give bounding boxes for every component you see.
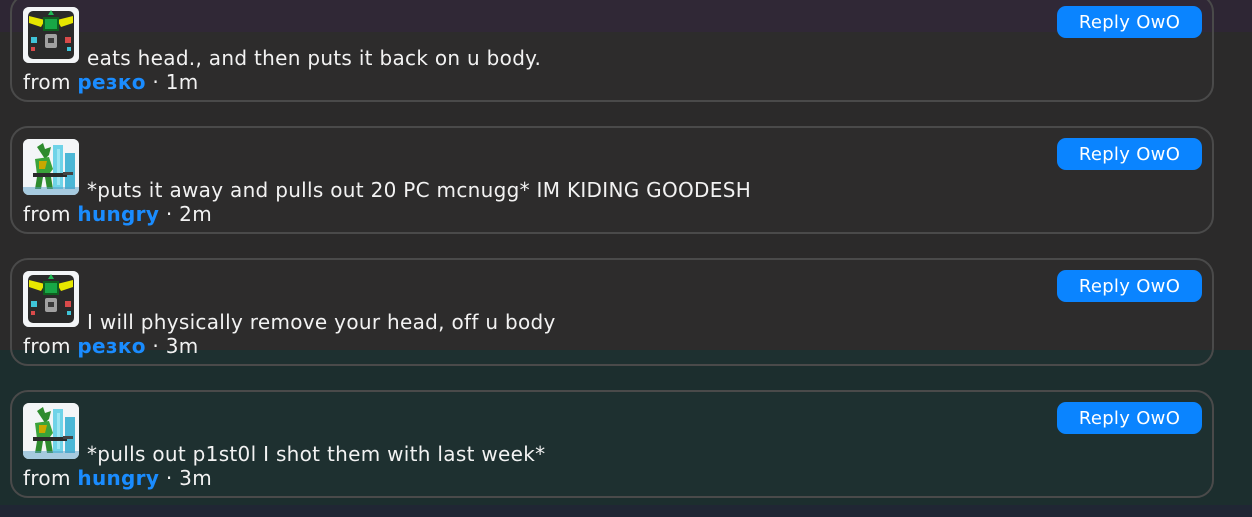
message-card: eats head., and then puts it back on u b… bbox=[10, 0, 1214, 102]
message-text: *puts it away and pulls out 20 PC mcnugg… bbox=[87, 178, 752, 202]
message-card: I will physically remove your head, off … bbox=[10, 258, 1214, 366]
message-text: eats head., and then puts it back on u b… bbox=[87, 46, 542, 70]
message-meta: from hungry · 3m bbox=[23, 466, 212, 490]
meta-separator: · bbox=[152, 334, 160, 358]
from-label: from bbox=[23, 202, 71, 226]
dragon-soldier-avatar-icon[interactable] bbox=[23, 403, 79, 459]
meta-separator: · bbox=[165, 202, 173, 226]
message-card: *pulls out p1st0l I shot them with last … bbox=[10, 390, 1214, 498]
message-feed: eats head., and then puts it back on u b… bbox=[0, 0, 1252, 517]
username-link[interactable]: hungry bbox=[77, 466, 159, 490]
dragon-soldier-avatar-image bbox=[23, 139, 79, 195]
message-age: 3m bbox=[165, 334, 199, 358]
reply-button[interactable]: Reply OwO bbox=[1057, 270, 1202, 302]
reply-button[interactable]: Reply OwO bbox=[1057, 6, 1202, 38]
username-link[interactable]: резко bbox=[77, 334, 145, 358]
message-meta: from резко · 3m bbox=[23, 334, 199, 358]
robot-face-avatar-image bbox=[23, 271, 79, 327]
from-label: from bbox=[23, 334, 71, 358]
message-age: 3m bbox=[179, 466, 212, 490]
username-link[interactable]: резко bbox=[77, 70, 145, 94]
robot-face-avatar-icon[interactable] bbox=[23, 271, 79, 327]
robot-face-avatar-image bbox=[23, 7, 79, 63]
from-label: from bbox=[23, 70, 71, 94]
dragon-soldier-avatar-image bbox=[23, 403, 79, 459]
message-age: 2m bbox=[179, 202, 212, 226]
robot-face-avatar-icon[interactable] bbox=[23, 7, 79, 63]
message-text: *pulls out p1st0l I shot them with last … bbox=[87, 442, 546, 466]
meta-separator: · bbox=[165, 466, 173, 490]
dragon-soldier-avatar-icon[interactable] bbox=[23, 139, 79, 195]
message-text: I will physically remove your head, off … bbox=[87, 310, 556, 334]
message-meta: from резко · 1m bbox=[23, 70, 199, 94]
message-age: 1m bbox=[165, 70, 199, 94]
message-meta: from hungry · 2m bbox=[23, 202, 212, 226]
from-label: from bbox=[23, 466, 71, 490]
reply-button[interactable]: Reply OwO bbox=[1057, 402, 1202, 434]
reply-button[interactable]: Reply OwO bbox=[1057, 138, 1202, 170]
username-link[interactable]: hungry bbox=[77, 202, 159, 226]
meta-separator: · bbox=[152, 70, 160, 94]
message-card: *puts it away and pulls out 20 PC mcnugg… bbox=[10, 126, 1214, 234]
